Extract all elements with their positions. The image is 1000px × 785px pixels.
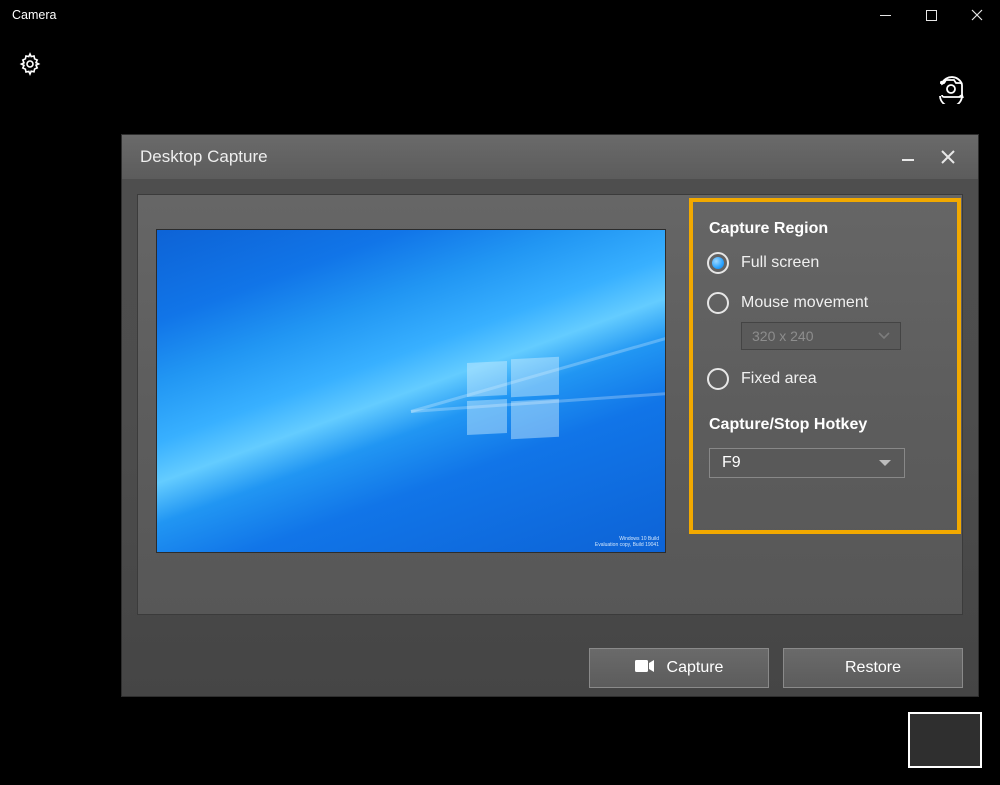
dialog-body: Windows 10 Build Evaluation copy, Build … [122, 179, 978, 640]
window-title: Camera [12, 8, 56, 22]
dialog-titlebar: Desktop Capture [122, 135, 978, 179]
chevron-down-icon [878, 332, 890, 340]
radio-fixed-area[interactable]: Fixed area [707, 368, 943, 390]
camera-switch-icon[interactable] [936, 74, 968, 109]
radio-mouse-movement[interactable]: Mouse movement [707, 292, 943, 314]
video-camera-icon [635, 659, 655, 678]
titlebar: Camera [0, 0, 1000, 30]
window-maximize[interactable] [908, 0, 954, 30]
dialog-close[interactable] [928, 138, 968, 176]
radio-icon [707, 292, 729, 314]
button-label: Capture [667, 659, 724, 677]
restore-button[interactable]: Restore [783, 648, 963, 688]
hotkey-header: Capture/Stop Hotkey [709, 416, 943, 434]
window-minimize[interactable] [862, 0, 908, 30]
window-controls [862, 0, 1000, 30]
mouse-movement-resolution-select[interactable]: 320 x 240 [741, 322, 901, 350]
windows-logo-icon [467, 358, 559, 438]
select-value: 320 x 240 [752, 328, 814, 344]
radio-icon [707, 252, 729, 274]
preview-watermark-line: Evaluation copy, Build 19041 [595, 542, 659, 548]
settings-highlight: Capture Region Full screen Mouse movemen… [689, 198, 961, 534]
radio-label: Full screen [741, 254, 819, 272]
gear-icon[interactable] [18, 52, 42, 81]
desktop-preview: Windows 10 Build Evaluation copy, Build … [156, 229, 666, 553]
dialog-footer: Capture Restore [122, 640, 978, 696]
dialog-title: Desktop Capture [140, 147, 888, 167]
capture-region-radios: Full screen Mouse movement 320 x 240 [707, 252, 943, 408]
window-close[interactable] [954, 0, 1000, 30]
capture-button[interactable]: Capture [589, 648, 769, 688]
radio-icon [707, 368, 729, 390]
dialog-content-panel: Windows 10 Build Evaluation copy, Build … [137, 194, 963, 615]
camera-toolbar [0, 30, 1000, 85]
radio-label: Fixed area [741, 370, 817, 388]
last-capture-thumbnail[interactable] [908, 712, 982, 768]
capture-region-header: Capture Region [709, 220, 943, 238]
button-label: Restore [845, 659, 901, 677]
select-value: F9 [722, 454, 741, 472]
hotkey-select[interactable]: F9 [709, 448, 905, 478]
desktop-capture-dialog: Desktop Capture Windows 10 Build Evaluat… [121, 134, 979, 697]
preview-watermark: Windows 10 Build Evaluation copy, Build … [595, 536, 659, 549]
dialog-minimize[interactable] [888, 138, 928, 176]
radio-full-screen[interactable]: Full screen [707, 252, 943, 274]
radio-label: Mouse movement [741, 294, 868, 312]
chevron-down-icon [878, 459, 892, 468]
